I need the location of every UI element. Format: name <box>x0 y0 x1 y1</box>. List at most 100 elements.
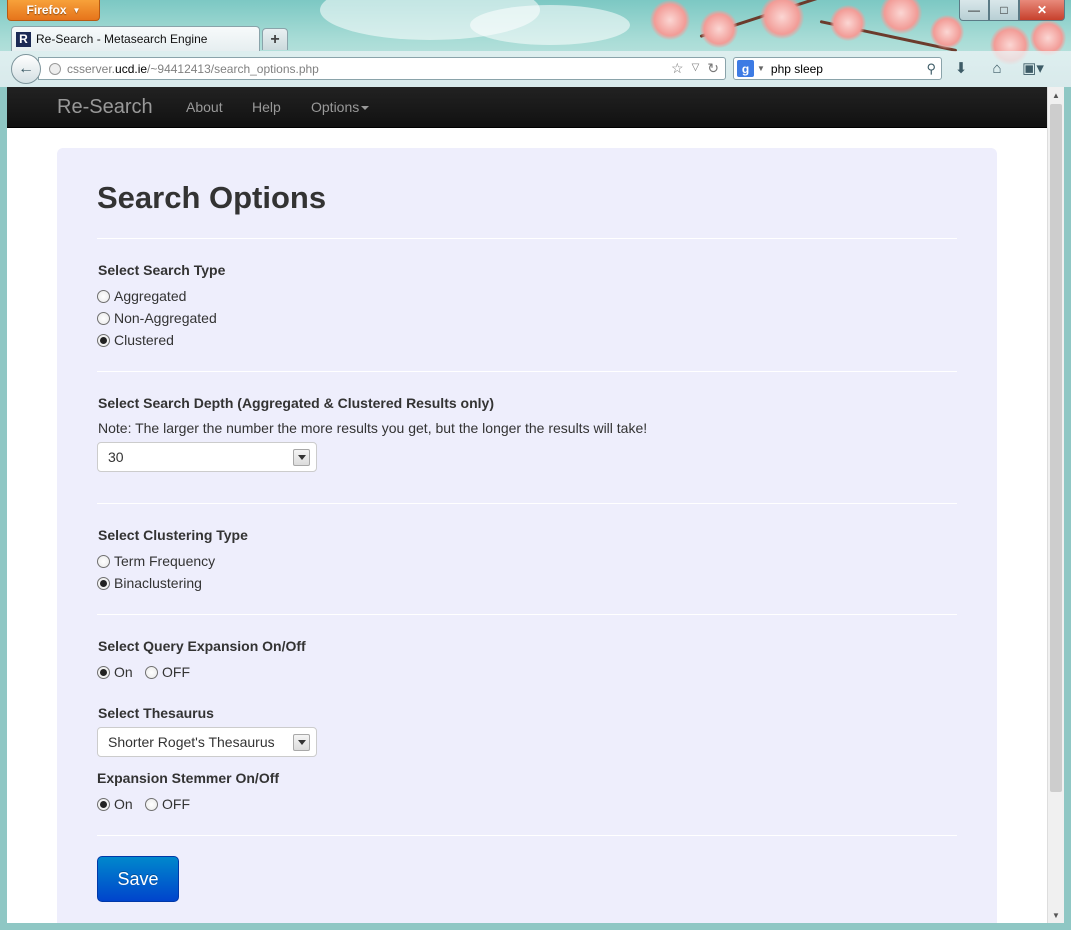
scroll-up-icon[interactable]: ▲ <box>1048 87 1064 103</box>
chevron-down-icon[interactable]: ▼ <box>757 64 765 73</box>
background-blossom <box>650 0 690 40</box>
search-input[interactable]: php sleep <box>771 62 823 76</box>
maximize-icon: □ <box>1000 3 1008 17</box>
url-host: ucd.ie <box>115 61 148 76</box>
back-button[interactable]: ← <box>11 54 41 84</box>
radio-aggregated[interactable]: Aggregated <box>97 288 186 304</box>
firefox-menu-button[interactable]: Firefox ▼ <box>7 0 100 21</box>
window-frame-bottom <box>0 923 1071 930</box>
page-title: Search Options <box>97 180 327 215</box>
vertical-scrollbar[interactable]: ▲ ▼ <box>1047 87 1064 923</box>
new-tab-button[interactable]: + <box>262 28 288 50</box>
radio-button[interactable] <box>145 665 158 679</box>
url-prefix: csserver. <box>67 61 116 76</box>
radio-label: Non-Aggregated <box>114 310 217 326</box>
site-brand[interactable]: Re-Search <box>57 96 153 119</box>
radio-stemmer-off[interactable]: OFF <box>145 796 190 812</box>
divider <box>97 835 957 836</box>
firefox-menu-label: Firefox <box>26 3 67 17</box>
thesaurus-label: Select Thesaurus <box>98 705 214 721</box>
query-expansion-label: Select Query Expansion On/Off <box>98 638 306 654</box>
nav-options[interactable]: Options <box>311 99 370 115</box>
radio-label: OFF <box>162 664 190 680</box>
radio-binaclustering[interactable]: Binaclustering <box>97 575 202 591</box>
reload-icon[interactable]: ↻ <box>707 60 719 77</box>
site-navbar: Re-Search About Help Options <box>7 87 1047 128</box>
site-favicon-icon: R <box>16 31 31 47</box>
plus-icon: + <box>270 30 280 48</box>
background-blossom <box>760 0 804 39</box>
radio-label: Aggregated <box>114 288 187 304</box>
window-controls: — □ ✕ <box>959 0 1065 21</box>
radio-button[interactable] <box>145 797 158 811</box>
background-blossom <box>880 0 922 34</box>
scroll-down-icon[interactable]: ▼ <box>1048 907 1064 923</box>
radio-non-aggregated[interactable]: Non-Aggregated <box>97 310 217 326</box>
maximize-button[interactable]: □ <box>989 0 1019 21</box>
browser-tab[interactable]: R Re-Search - Metasearch Engine <box>11 26 260 51</box>
address-bar[interactable]: csserver. ucd.ie/~94412413/search_options… <box>38 57 726 80</box>
history-dropdown-icon[interactable]: ▽ <box>692 60 700 77</box>
radio-clustered[interactable]: Clustered <box>97 332 174 348</box>
close-icon: ✕ <box>1036 3 1048 17</box>
search-options-panel: Search Options Select Search Type Aggreg… <box>57 148 997 923</box>
caret-down-icon <box>361 106 370 111</box>
radio-query-expansion-on[interactable]: On <box>97 664 133 680</box>
radio-stemmer-on[interactable]: On <box>97 796 133 812</box>
page-viewport: Re-Search About Help Options Search Opti… <box>7 87 1047 923</box>
dropdown-arrow-icon[interactable] <box>293 734 310 751</box>
clustering-type-label: Select Clustering Type <box>98 527 248 543</box>
thesaurus-select[interactable]: Shorter Roget's Thesaurus <box>97 727 317 757</box>
divider <box>97 238 957 239</box>
divider <box>97 371 957 372</box>
scrollbar-thumb[interactable] <box>1050 104 1062 792</box>
globe-icon <box>49 62 61 75</box>
tab-title: Re-Search - Metasearch Engine <box>36 32 208 46</box>
search-depth-select[interactable]: 30 <box>97 442 317 472</box>
nav-help[interactable]: Help <box>252 99 281 115</box>
radio-label: On <box>114 664 133 680</box>
radio-button-checked[interactable] <box>97 576 110 590</box>
download-icon[interactable]: ⬇ <box>950 58 972 78</box>
radio-term-frequency[interactable]: Term Frequency <box>97 553 215 569</box>
radio-button[interactable] <box>97 554 110 568</box>
radio-label: On <box>114 796 133 812</box>
nav-about[interactable]: About <box>186 99 223 115</box>
save-button[interactable]: Save <box>97 856 179 902</box>
radio-button-checked[interactable] <box>97 333 110 347</box>
chevron-down-icon: ▼ <box>72 5 81 15</box>
radio-button-checked[interactable] <box>97 797 110 811</box>
bookmark-star-icon[interactable]: ☆ <box>671 60 684 77</box>
radio-label: OFF <box>162 796 190 812</box>
select-value: Shorter Roget's Thesaurus <box>108 734 275 750</box>
radio-label: Term Frequency <box>114 553 216 569</box>
radio-label: Binaclustering <box>114 575 202 591</box>
search-engine-icon[interactable]: g <box>737 60 754 77</box>
background-blossom <box>700 10 738 48</box>
minimize-button[interactable]: — <box>959 0 989 21</box>
search-type-label: Select Search Type <box>98 262 226 278</box>
search-depth-note: Note: The larger the number the more res… <box>98 420 648 436</box>
radio-button[interactable] <box>97 311 110 325</box>
url-path: /~94412413/search_options.php <box>147 61 319 76</box>
nav-options-label: Options <box>311 99 360 115</box>
radio-query-expansion-off[interactable]: OFF <box>145 664 190 680</box>
minimize-icon: — <box>968 3 980 17</box>
home-icon[interactable]: ⌂ <box>986 58 1008 78</box>
search-icon[interactable]: ⚲ <box>926 61 936 77</box>
stemmer-label: Expansion Stemmer On/Off <box>97 770 280 786</box>
divider <box>97 614 957 615</box>
background-blossom <box>830 5 866 41</box>
search-depth-label: Select Search Depth (Aggregated & Cluste… <box>98 395 494 411</box>
radio-button-checked[interactable] <box>97 665 110 679</box>
close-window-button[interactable]: ✕ <box>1019 0 1065 21</box>
back-arrow-icon: ← <box>18 60 34 77</box>
radio-label: Clustered <box>114 332 174 348</box>
background-cloud <box>470 5 630 45</box>
radio-button[interactable] <box>97 289 110 303</box>
browser-toolbar-icons: ⬇ ⌂ ▣▾ <box>950 58 1044 78</box>
divider <box>97 503 957 504</box>
dropdown-arrow-icon[interactable] <box>293 449 310 466</box>
addon-menu-icon[interactable]: ▣▾ <box>1022 58 1044 78</box>
search-bar[interactable]: g ▼ php sleep ⚲ <box>733 57 942 80</box>
